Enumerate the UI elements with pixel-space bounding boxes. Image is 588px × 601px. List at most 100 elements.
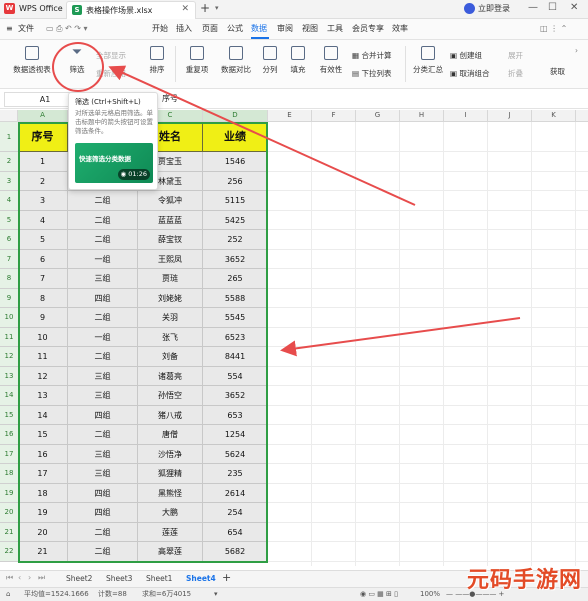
view-mode-icons[interactable]: ◉ ▭ ▦ ⊞ ▯ xyxy=(360,589,398,600)
cell-group[interactable]: 四组 xyxy=(68,483,138,503)
row-header-5[interactable]: 5 xyxy=(0,210,18,230)
menu-view[interactable]: 视图 xyxy=(302,23,318,35)
cell-seq[interactable]: 3 xyxy=(18,191,68,211)
cell-group[interactable]: 二组 xyxy=(68,542,138,562)
row-header-18[interactable]: 18 xyxy=(0,464,18,484)
avatar[interactable] xyxy=(464,3,475,14)
menu-data[interactable]: 数据 xyxy=(251,23,267,35)
column-header-d[interactable]: D xyxy=(203,110,268,121)
select-all-corner[interactable] xyxy=(0,110,18,121)
cell-seq[interactable]: 4 xyxy=(18,210,68,230)
cell-name[interactable]: 沙悟净 xyxy=(138,444,203,464)
next-sheet-icon[interactable]: › xyxy=(28,573,31,582)
cell-score[interactable]: 235 xyxy=(203,464,268,484)
row-header-1[interactable]: 1 xyxy=(0,122,18,152)
cell-seq[interactable]: 13 xyxy=(18,386,68,406)
column-header-f[interactable]: F xyxy=(312,110,356,121)
sort-button[interactable]: 排序 xyxy=(144,46,170,75)
menu-tools[interactable]: 工具 xyxy=(327,23,343,35)
row-header-10[interactable]: 10 xyxy=(0,308,18,328)
cell-seq[interactable]: 20 xyxy=(18,522,68,542)
row-header-19[interactable]: 19 xyxy=(0,483,18,503)
ribbon-scroll-icon[interactable]: › xyxy=(575,46,578,55)
cell-seq[interactable]: 16 xyxy=(18,444,68,464)
cell-score[interactable]: 554 xyxy=(203,366,268,386)
cell-score[interactable]: 8441 xyxy=(203,347,268,367)
menu-home[interactable]: 开始 xyxy=(152,23,168,35)
cell-name[interactable]: 张飞 xyxy=(138,327,203,347)
tab-sheet1[interactable]: Sheet1 xyxy=(146,573,172,585)
get-data-button[interactable]: 获取 xyxy=(550,66,565,77)
row-header-7[interactable]: 7 xyxy=(0,249,18,269)
cell-seq[interactable]: 12 xyxy=(18,366,68,386)
minimize-icon[interactable]: — xyxy=(528,2,538,13)
filter-button[interactable]: ⏷ 筛选 xyxy=(62,46,92,75)
first-sheet-icon[interactable]: ⏮ xyxy=(6,573,13,583)
row-header-8[interactable]: 8 xyxy=(0,269,18,289)
ungroup-button[interactable]: ▣ 取消组合 xyxy=(450,68,489,79)
add-sheet-icon[interactable]: + xyxy=(222,571,231,584)
cell-name[interactable]: 莲莲 xyxy=(138,522,203,542)
split-column-button[interactable]: 分列 xyxy=(258,46,282,75)
cell-group[interactable]: 二组 xyxy=(68,210,138,230)
cell-name[interactable]: 黑熊怪 xyxy=(138,483,203,503)
column-header-i[interactable]: I xyxy=(444,110,488,121)
expand-button[interactable]: 展开 xyxy=(508,50,523,61)
cell-group[interactable]: 三组 xyxy=(68,269,138,289)
cell-name[interactable]: 薛宝钗 xyxy=(138,230,203,250)
row-header-2[interactable]: 2 xyxy=(0,152,18,172)
cell-score[interactable]: 6523 xyxy=(203,327,268,347)
maximize-icon[interactable]: ☐ xyxy=(548,2,557,13)
cell-group[interactable]: 二组 xyxy=(68,230,138,250)
cell-seq[interactable]: 10 xyxy=(18,327,68,347)
collapse-button[interactable]: 折叠 xyxy=(508,68,523,79)
header-cell-seq[interactable]: 序号 xyxy=(18,122,68,152)
column-header-a[interactable]: A xyxy=(18,110,68,121)
row-header-16[interactable]: 16 xyxy=(0,425,18,445)
header-cell-score[interactable]: 业绩 xyxy=(203,122,268,152)
formula-input[interactable]: 序号 xyxy=(162,93,178,104)
cell-name[interactable]: 高翠莲 xyxy=(138,542,203,562)
cell-score[interactable]: 256 xyxy=(203,171,268,191)
quick-access-icons[interactable]: ▭ ⎙ ↶ ↷ ▾ xyxy=(46,23,88,35)
cell-score[interactable]: 5425 xyxy=(203,210,268,230)
column-header-e[interactable]: E xyxy=(268,110,312,121)
menu-efficiency[interactable]: 效率 xyxy=(392,23,408,35)
cell-seq[interactable]: 9 xyxy=(18,308,68,328)
cell-seq[interactable]: 7 xyxy=(18,269,68,289)
create-group-button[interactable]: ▣ 创建组 xyxy=(450,50,482,61)
dropdown-list-button[interactable]: ▤ 下拉列表 xyxy=(352,68,391,79)
menu-formula[interactable]: 公式 xyxy=(227,23,243,35)
cell-seq[interactable]: 11 xyxy=(18,347,68,367)
validity-button[interactable]: 有效性 xyxy=(316,46,346,75)
cell-name[interactable]: 关羽 xyxy=(138,308,203,328)
cell-score[interactable]: 3652 xyxy=(203,386,268,406)
menu-member[interactable]: 会员专享 xyxy=(352,23,384,35)
last-sheet-icon[interactable]: ⏭ xyxy=(38,573,45,583)
cell-score[interactable]: 2614 xyxy=(203,483,268,503)
tab-sheet4[interactable]: Sheet4 xyxy=(186,573,216,585)
cell-score[interactable]: 252 xyxy=(203,230,268,250)
pivot-table-button[interactable]: 数据透视表 xyxy=(12,46,52,75)
close-tab-icon[interactable]: ✕ xyxy=(181,4,189,14)
cell-group[interactable]: 四组 xyxy=(68,405,138,425)
tab-sheet3[interactable]: Sheet3 xyxy=(106,573,132,585)
cell-name[interactable]: 贾琏 xyxy=(138,269,203,289)
cell-seq[interactable]: 14 xyxy=(18,405,68,425)
cell-seq[interactable]: 2 xyxy=(18,171,68,191)
cell-name[interactable]: 刘姥姥 xyxy=(138,288,203,308)
subtotal-button[interactable]: 分类汇总 xyxy=(410,46,446,75)
status-chevron-icon[interactable]: ▾ xyxy=(214,589,218,600)
cell-name[interactable]: 大鹏 xyxy=(138,503,203,523)
duplicates-button[interactable]: 重复项 xyxy=(182,46,212,75)
cell-seq[interactable]: 19 xyxy=(18,503,68,523)
row-header-6[interactable]: 6 xyxy=(0,230,18,250)
column-header-j[interactable]: J xyxy=(488,110,532,121)
cell-score[interactable]: 3652 xyxy=(203,249,268,269)
cell-name[interactable]: 孙悟空 xyxy=(138,386,203,406)
menu-file[interactable]: 文件 xyxy=(18,23,34,35)
row-header-12[interactable]: 12 xyxy=(0,347,18,367)
reapply-button[interactable]: 重新应用 xyxy=(96,68,126,79)
zoom-level[interactable]: 100% xyxy=(420,589,440,600)
cell-seq[interactable]: 5 xyxy=(18,230,68,250)
